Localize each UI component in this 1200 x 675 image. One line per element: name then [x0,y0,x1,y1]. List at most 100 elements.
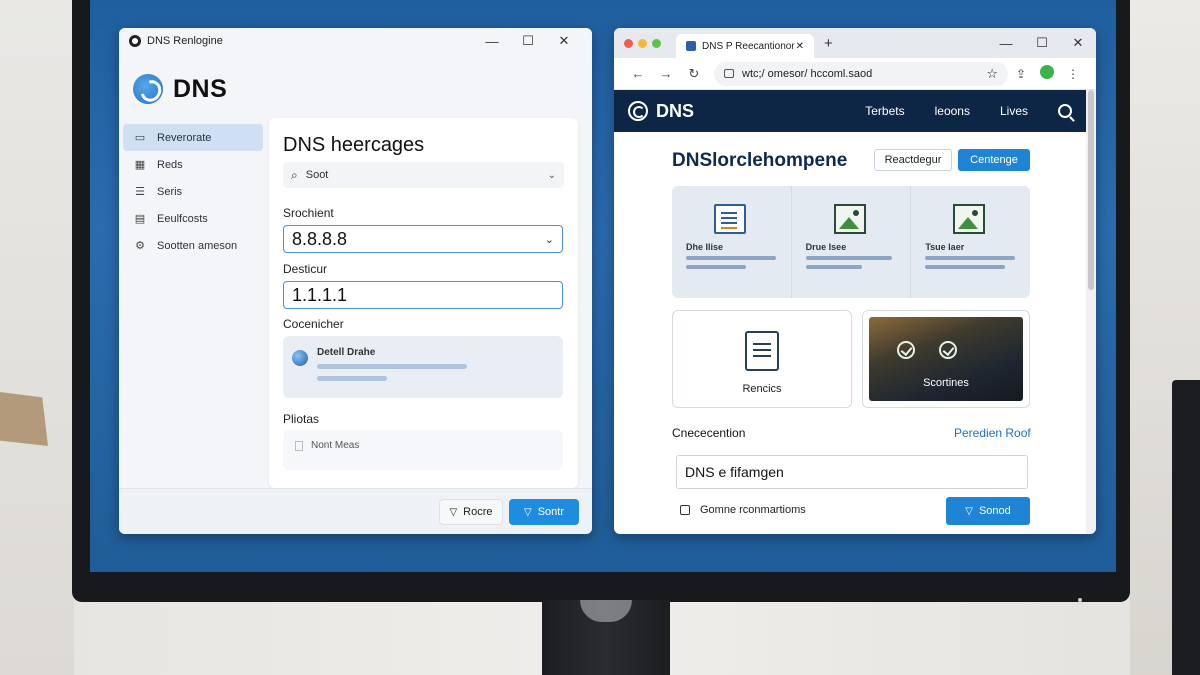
site-brand: DNS [656,100,695,121]
section-label: Cocenicher [283,317,344,331]
more-menu-icon[interactable]: ⋮ [1060,67,1086,81]
footer-text: Gomne rconmartioms [700,504,806,516]
check-circle-icon [897,341,915,359]
gallery-text-line [805,256,892,260]
document-icon [745,331,779,371]
app-titlebar[interactable]: DNS Renlogine — ☐ ✕ [119,28,592,54]
window-icon: ▭ [134,131,146,144]
sidebar-item-settings[interactable]: ⚙ Sootten ameson [123,232,263,259]
panel-title: DNS heercages [283,134,425,156]
dns-text-input[interactable]: DNS e fifamgen [676,455,1028,489]
secondary-button-label: Rocre [463,506,493,518]
sidebar-item-reds[interactable]: ▦ Reds [123,151,263,178]
nav-link[interactable]: Lives [1000,104,1028,118]
gallery-item-title: Tsue laer [925,242,965,252]
sidebar-item-reverorate[interactable]: ▭ Reverorate [123,124,263,151]
sidebar-item-label: Reds [157,158,183,171]
dns-logo-icon [133,74,163,104]
chevron-down-icon: ⌄ [544,233,554,246]
sidebar-item-eeulfcosts[interactable]: ▤ Eeulfcosts [123,205,263,232]
share-icon[interactable]: ⇪ [1008,67,1034,81]
sidebar-item-label: Reverorate [157,131,212,144]
primary-dns-label: Srochient [283,206,334,220]
filter-icon: ▽ [965,505,973,517]
url-input[interactable]: wtc;/ omesor/ hccoml.saod ☆ [714,61,1008,86]
traffic-light-zoom[interactable] [652,38,661,48]
tab-close-icon[interactable]: ✕ [796,41,804,52]
dns-settings-panel: DNS heercages ⌕ Soot ⌄ Srochient 8.8.8.8… [269,118,578,488]
section-title: Cnececention [672,426,746,440]
secondary-button[interactable]: ▽ Rocre [439,499,503,525]
profile-icon [1040,65,1054,79]
url-text: wtc;/ omesor/ hccoml.saod [742,67,873,80]
traffic-light-close[interactable] [624,38,633,48]
reload-icon[interactable]: ↻ [680,66,708,82]
profile-avatar[interactable] [1034,65,1060,82]
list-icon: ☰ [135,185,145,198]
app-icon [129,35,141,47]
image-icon [833,204,866,234]
search-value: Soot [305,169,329,181]
maximize-button[interactable]: ☐ [510,33,546,49]
page-scrollbar[interactable] [1086,90,1096,534]
search-dropdown[interactable]: ⌕ Soot ⌄ [283,162,564,188]
sidebar-item-seris[interactable]: ☰ Seris [123,178,263,205]
card-label: Scortines [923,377,969,389]
send-button-label: Sonod [978,505,1011,517]
notes-item[interactable]: Nont Meas [283,430,563,470]
browser-tab[interactable]: DNS P Reecantionor ✕ [676,34,814,58]
grid-icon: ▦ [134,158,146,171]
maximize-button[interactable]: ☐ [1024,35,1060,51]
connection-card[interactable]: Detell Drahe [283,336,563,398]
gallery-item[interactable]: Tsue laer [911,186,1030,298]
send-button[interactable]: ▽ Sonod [946,497,1030,525]
search-icon[interactable] [1058,104,1072,118]
globe-icon [292,350,308,366]
nav-link[interactable]: leoons [935,104,970,118]
gallery-text-line [805,265,862,269]
primary-button[interactable]: ▽ Sontr [509,499,579,525]
gallery-item[interactable]: Drue Isee [792,186,912,298]
app-footer: ▽ Rocre ▽ Sontr [119,488,592,534]
chevron-down-icon: ⌄ [547,169,556,181]
minimize-button[interactable]: — [988,36,1024,51]
back-arrow-icon[interactable]: ← [624,66,652,81]
card-title: Detell Drahe [317,347,376,358]
folder-icon [680,505,690,515]
notes-label: Pliotas [283,412,320,426]
secondary-dns-label: Desticur [283,262,328,276]
card-text-line [317,376,387,381]
page-title: DNSlorclehompene [672,150,848,171]
scrollbar-thumb[interactable] [1088,90,1094,290]
traffic-light-minimize[interactable] [638,38,647,48]
primary-button-label: Sontr [537,506,564,518]
sidebar-item-label: Seris [157,185,183,198]
document-icon [714,204,746,234]
file-icon [295,441,303,451]
star-icon[interactable]: ☆ [986,66,998,82]
app-title: DNS Renlogine [147,35,223,47]
gallery-item[interactable]: Dhe Ilise [672,186,792,298]
section-link[interactable]: Peredien Roof [954,426,1031,440]
site-nav-links: Terbets leoons Lives [835,104,1072,118]
minimize-button[interactable]: — [474,34,510,49]
forward-arrow-icon[interactable]: → [652,66,680,81]
nav-link[interactable]: Terbets [865,104,904,118]
search-icon: ⌕ [291,167,298,182]
close-button[interactable]: ✕ [546,33,582,49]
reports-card[interactable]: Rencics [672,310,852,408]
card-label: Rencics [742,383,782,395]
gallery-item-title: Drue Isee [805,242,847,252]
gallery-item-title: Dhe Ilise [686,242,724,252]
screenshot-card[interactable]: Scortines [862,310,1030,408]
notes-item-text: Nont Meas [311,440,360,451]
site-footer-text-row: Gomne rconmartioms [680,504,806,516]
secondary-dns-input[interactable]: 1.1.1.1 [283,281,563,309]
gallery-text-line [925,256,1016,260]
primary-dns-select[interactable]: 8.8.8.8 ⌄ [283,225,563,253]
close-button[interactable]: ✕ [1060,35,1096,51]
new-tab-button[interactable]: + [824,35,833,52]
solid-button[interactable]: Centenge [958,149,1030,171]
feature-gallery: Dhe Ilise Drue Isee Tsue laer [672,186,1030,298]
outline-button[interactable]: Reactdegur [874,149,952,171]
